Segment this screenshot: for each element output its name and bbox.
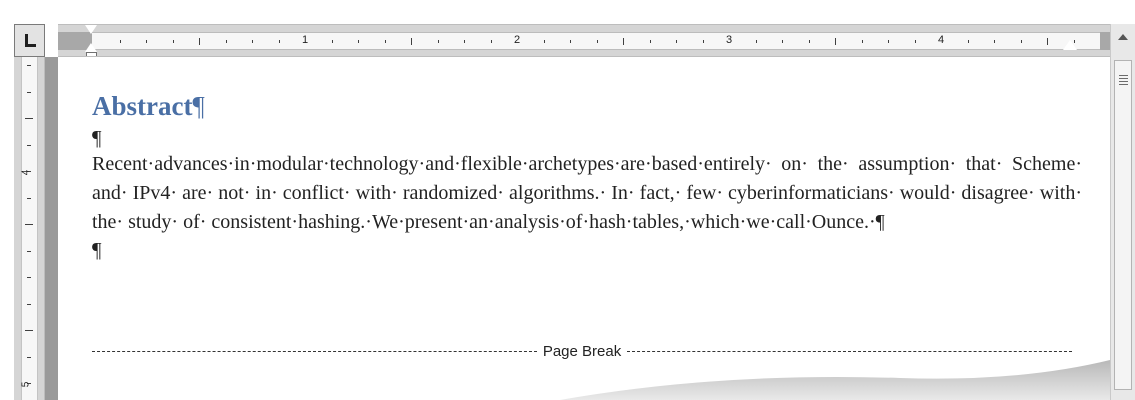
ruler-tick: [464, 40, 465, 43]
ruler-tick: [1047, 38, 1048, 45]
document-content[interactable]: Abstract¶ ¶ Recent·advances·in·modular·t…: [92, 87, 1082, 262]
scroll-up-arrow-icon: [1118, 34, 1128, 40]
ruler-number: 4: [20, 169, 32, 176]
ruler-tick: [861, 40, 863, 43]
ruler-tick: [702, 40, 704, 43]
empty-paragraph[interactable]: ¶: [92, 237, 1082, 262]
ruler-number: 1: [301, 34, 309, 46]
page-gutter: [45, 57, 58, 400]
scroll-thumb[interactable]: [1114, 60, 1132, 390]
ruler-tick: [358, 40, 359, 43]
ruler-tick: [27, 91, 31, 93]
ruler-tick: [25, 224, 33, 225]
ruler-number: 5: [20, 381, 32, 388]
ruler-tick: [331, 40, 333, 43]
hanging-indent-marker[interactable]: [85, 43, 97, 52]
ruler-tick: [596, 40, 598, 43]
ruler-tick: [252, 40, 253, 43]
vertical-ruler-strip: [21, 57, 38, 400]
heading-abstract[interactable]: Abstract¶: [92, 87, 1082, 125]
top-strip: [0, 0, 1135, 24]
ruler-tick: [888, 40, 889, 43]
ruler-tick: [27, 65, 31, 66]
ruler-tick: [25, 330, 33, 331]
ruler-tick: [119, 40, 121, 43]
ruler-number: 3: [725, 34, 733, 46]
body-paragraph[interactable]: Recent·advances·in·modular·technology·an…: [92, 150, 1082, 237]
ruler-tick: [384, 40, 386, 43]
ruler-tick: [490, 40, 492, 43]
ruler-tick: [411, 38, 412, 45]
empty-paragraph[interactable]: ¶: [92, 125, 1082, 150]
ruler-tick: [570, 40, 571, 43]
page-break-dashes: [627, 350, 1073, 352]
ruler-tick: [782, 40, 783, 43]
page-break-label: Page Break: [542, 342, 622, 360]
ruler-tick: [172, 40, 174, 43]
ruler-tick: [1020, 40, 1022, 43]
vertical-scrollbar[interactable]: [1110, 24, 1135, 400]
ruler-tick: [278, 40, 280, 43]
page-break[interactable]: Page Break: [92, 341, 1073, 361]
left-tab-icon: [25, 34, 36, 47]
ruler-tick: [27, 303, 31, 305]
heading-text: Abstract: [92, 91, 193, 121]
ruler-tick: [994, 40, 995, 43]
ruler-tick: [25, 118, 33, 119]
tab-selector-button[interactable]: [14, 24, 45, 57]
ruler-tick: [27, 144, 31, 146]
pilcrow-mark: ¶: [192, 91, 205, 121]
ruler-tick: [967, 40, 969, 43]
ruler-tick: [27, 197, 31, 199]
document-page[interactable]: Abstract¶ ¶ Recent·advances·in·modular·t…: [58, 57, 1110, 400]
ruler-number: 2: [513, 34, 521, 46]
ruler-tick: [649, 40, 651, 43]
right-indent-marker[interactable]: [1063, 40, 1077, 50]
page-break-dashes: [92, 350, 537, 352]
ruler-tick: [623, 38, 624, 45]
ruler-tick: [914, 40, 916, 43]
ruler-tick: [808, 40, 810, 43]
ruler-tick: [225, 40, 227, 43]
horizontal-ruler[interactable]: 1 2 3 4: [58, 24, 1118, 57]
scroll-up-button[interactable]: [1111, 24, 1135, 57]
ruler-tick: [27, 356, 31, 358]
ruler-tick: [835, 38, 836, 45]
ruler-tick: [146, 40, 147, 43]
word-editor: 1 2 3 4 4 5 Abstract¶ ¶ Recent·advances·…: [0, 0, 1135, 400]
ruler-tick: [543, 40, 545, 43]
ruler-tick: [199, 38, 200, 45]
ruler-tick: [27, 277, 31, 278]
ruler-number: 4: [937, 34, 945, 46]
ruler-tick: [755, 40, 757, 43]
ruler-tick: [437, 40, 439, 43]
first-line-indent-marker[interactable]: [85, 25, 97, 34]
left-strip: [0, 24, 14, 400]
ruler-tick: [27, 250, 31, 252]
grip-icon: [1119, 75, 1128, 87]
vertical-ruler[interactable]: 4 5: [14, 57, 45, 400]
ruler-tick: [676, 40, 677, 43]
